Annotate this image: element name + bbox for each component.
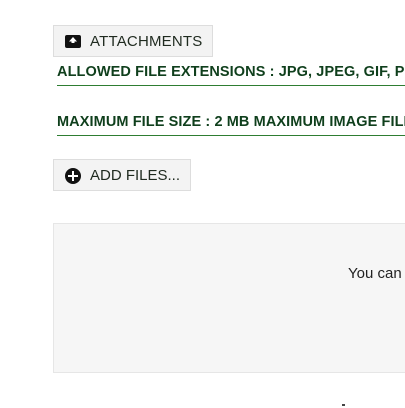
- plus-circle-icon: [64, 167, 82, 184]
- file-dropzone[interactable]: You can: [53, 223, 405, 373]
- attachments-tab-label: ATTACHMENTS: [90, 32, 203, 50]
- add-files-button[interactable]: ADD FILES...: [53, 159, 192, 191]
- add-files-label: ADD FILES...: [90, 166, 181, 184]
- attachments-tab[interactable]: ATTACHMENTS: [53, 25, 214, 57]
- attachments-panel: ATTACHMENTS ALLOWED FILE EXTENSIONS : JP…: [0, 0, 405, 408]
- allowed-extensions-text: ALLOWED FILE EXTENSIONS : JPG, JPEG, GIF…: [57, 63, 405, 86]
- dropzone-text: You can: [348, 265, 402, 282]
- divider-mark: [342, 404, 345, 406]
- max-file-size-text: MAXIMUM FILE SIZE : 2 MB MAXIMUM IMAGE F…: [57, 113, 405, 136]
- upload-box-icon: [64, 33, 82, 49]
